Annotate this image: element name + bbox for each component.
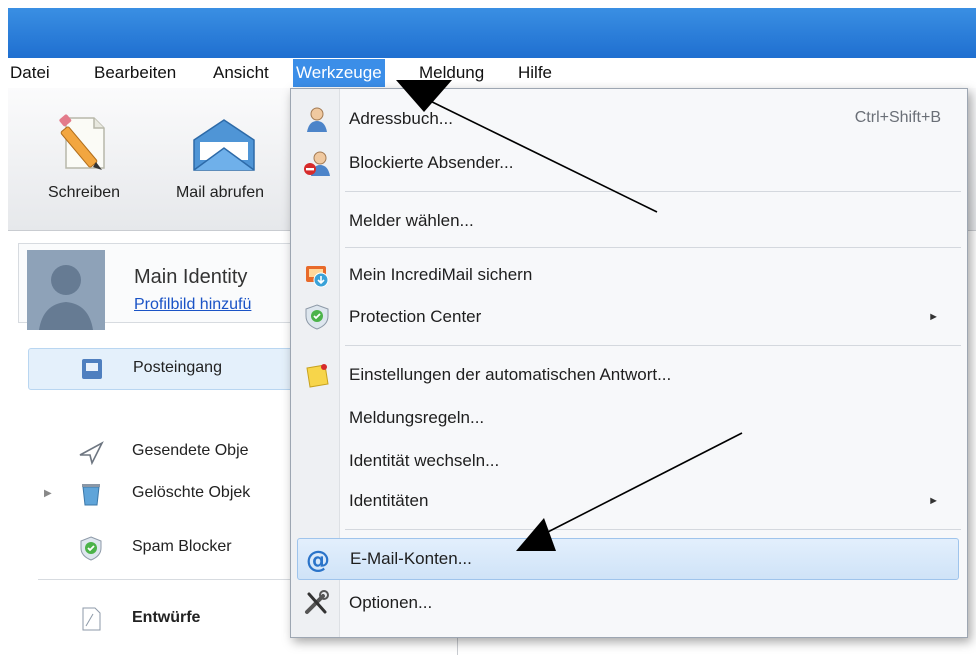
folder-name: Gelöschte Objek bbox=[132, 484, 251, 501]
menu-item-backup[interactable]: Mein IncrediMail sichern bbox=[297, 255, 957, 295]
menu-item-options[interactable]: Optionen... bbox=[297, 583, 957, 623]
at-sign-icon: @ bbox=[306, 546, 330, 572]
menu-item-identities[interactable]: Identitäten ► bbox=[297, 481, 957, 521]
paper-plane-icon bbox=[79, 441, 104, 465]
menu-separator bbox=[345, 345, 961, 346]
backup-icon bbox=[306, 266, 329, 288]
folder-name: Entwürfe bbox=[132, 609, 201, 626]
blocked-sender-icon bbox=[304, 151, 330, 176]
menu-item-label: Protection Center bbox=[349, 307, 482, 326]
note-icon bbox=[306, 364, 329, 388]
menu-item-label: E-Mail-Konten... bbox=[350, 549, 472, 568]
inbox-icon bbox=[82, 359, 102, 379]
menu-item-label: Melder wählen... bbox=[349, 211, 474, 230]
menu-meldung[interactable]: Meldung bbox=[417, 63, 486, 83]
menu-item-blocked-senders[interactable]: Blockierte Absender... bbox=[297, 143, 957, 183]
folder-name: Gesendete Obje bbox=[132, 442, 249, 459]
write-button[interactable]: Schreiben bbox=[28, 88, 140, 230]
menu-item-auto-reply-settings[interactable]: Einstellungen der automatischen Antwort.… bbox=[297, 355, 957, 395]
trash-icon bbox=[82, 484, 100, 506]
menu-ansicht[interactable]: Ansicht bbox=[211, 63, 271, 83]
menu-separator bbox=[345, 191, 961, 192]
menu-item-switch-identity[interactable]: Identität wechseln... bbox=[297, 441, 957, 481]
folder-name: Posteingang bbox=[133, 359, 222, 376]
address-book-icon bbox=[307, 107, 327, 132]
tools-dropdown-menu: Adressbuch... Ctrl+Shift+B Blockierte Ab… bbox=[290, 88, 968, 638]
person-silhouette-icon bbox=[39, 265, 93, 330]
menu-item-message-rules[interactable]: Meldungsregeln... bbox=[297, 398, 957, 438]
menu-item-label: Mein IncrediMail sichern bbox=[349, 265, 533, 284]
menu-item-email-accounts[interactable]: @ E-Mail-Konten... bbox=[297, 538, 959, 580]
folder-name: Spam Blocker bbox=[132, 538, 232, 555]
menu-separator bbox=[345, 529, 961, 530]
shield-icon bbox=[305, 304, 329, 330]
menu-item-label: Blockierte Absender... bbox=[349, 153, 514, 172]
write-button-label: Schreiben bbox=[47, 184, 121, 201]
shortcut-label: Ctrl+Shift+B bbox=[854, 109, 941, 126]
menu-bearbeiten[interactable]: Bearbeiten bbox=[92, 63, 178, 83]
menu-item-choose-notifier[interactable]: Melder wählen... bbox=[297, 201, 957, 241]
menu-item-label: Identitäten bbox=[349, 491, 429, 510]
menu-item-protection-center[interactable]: Protection Center ► bbox=[297, 297, 957, 337]
menu-item-label: Optionen... bbox=[349, 593, 433, 612]
submenu-arrow-icon: ► bbox=[928, 495, 939, 507]
menu-bar: Datei Bearbeiten Ansicht Werkzeuge Meldu… bbox=[8, 58, 976, 88]
fetch-mail-button-label: Mail abrufen bbox=[175, 184, 265, 201]
avatar[interactable] bbox=[27, 250, 105, 330]
draft-document-icon bbox=[82, 607, 101, 631]
envelope-icon bbox=[193, 119, 255, 171]
pencil-paper-icon bbox=[59, 114, 105, 170]
shield-icon bbox=[80, 536, 102, 561]
tools-icon bbox=[305, 590, 329, 614]
menu-item-label: Meldungsregeln... bbox=[349, 408, 485, 427]
add-profile-picture-link[interactable]: Profilbild hinzufü bbox=[134, 296, 251, 314]
menu-item-label: Einstellungen der automatischen Antwort.… bbox=[349, 365, 672, 384]
menu-hilfe[interactable]: Hilfe bbox=[516, 63, 554, 83]
menu-item-label: Identität wechseln... bbox=[349, 451, 500, 470]
menu-datei[interactable]: Datei bbox=[8, 63, 52, 83]
menu-werkzeuge[interactable]: Werkzeuge bbox=[293, 59, 385, 87]
menu-item-label: Adressbuch... bbox=[349, 109, 453, 128]
fetch-mail-button[interactable]: Mail abrufen bbox=[150, 88, 290, 230]
expand-arrow-icon[interactable]: ▶ bbox=[44, 488, 52, 499]
menu-item-address-book[interactable]: Adressbuch... Ctrl+Shift+B bbox=[297, 99, 957, 139]
svg-text:@: @ bbox=[306, 546, 330, 572]
submenu-arrow-icon: ► bbox=[928, 311, 939, 323]
menu-separator bbox=[345, 247, 961, 248]
identity-name: Main Identity bbox=[134, 266, 248, 288]
title-bar bbox=[8, 8, 976, 58]
